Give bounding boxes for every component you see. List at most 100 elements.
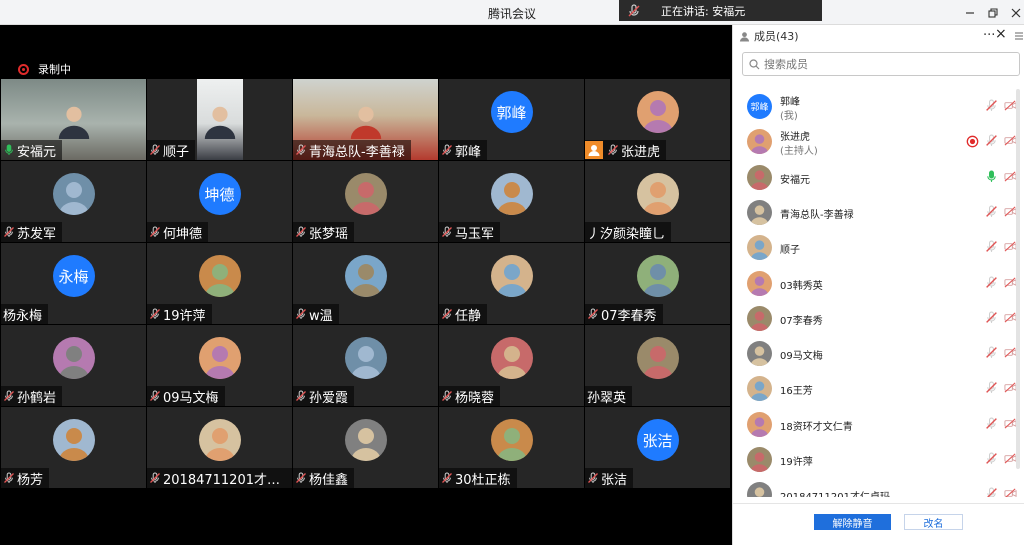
participant-avatar: [344, 173, 387, 215]
member-row[interactable]: 19许萍: [733, 442, 1024, 477]
member-row[interactable]: 张进虎 (主持人): [733, 124, 1024, 159]
speaking-indicator: 正在讲话: 安福元: [619, 0, 822, 21]
members-count-label: 成员(43): [754, 30, 799, 43]
participant-tile[interactable]: 杨晓蓉: [439, 325, 584, 406]
mic-muted-icon: [4, 390, 14, 401]
participant-tile[interactable]: 顺子: [147, 79, 292, 160]
member-row[interactable]: 青海总队-李善禄: [733, 195, 1024, 230]
participant-name: 何坤德: [163, 226, 203, 242]
participant-name-bar: 何坤德: [147, 222, 209, 242]
member-row[interactable]: 安福元: [733, 160, 1024, 195]
participant-tile[interactable]: 2018471120​1才仁...: [147, 407, 292, 488]
member-row[interactable]: 郭峰 郭峰 (我): [733, 89, 1024, 124]
members-panel: 成员(43) ··· × 郭峰郭峰 (我) 张进虎 (主持人) 安福元青海总队-李善禄顺…: [732, 25, 1024, 545]
participant-tile[interactable]: 坤德 何坤德: [147, 161, 292, 242]
participant-avatar: [636, 337, 679, 379]
recording-dot-icon: [18, 63, 29, 75]
participant-avatar: 永梅: [52, 255, 95, 297]
member-role-label: (我): [780, 111, 798, 122]
mic-muted-icon: [588, 472, 598, 483]
participant-tile[interactable]: 任静: [439, 243, 584, 324]
participant-tile[interactable]: w温: [293, 243, 438, 324]
participant-avatar: [636, 255, 679, 297]
participant-name-bar: 张梦瑶: [293, 222, 355, 242]
mic-muted-icon[interactable]: [985, 276, 998, 289]
mic-muted-icon[interactable]: [985, 452, 998, 465]
participant-name: 30杜正栋: [455, 472, 511, 488]
participant-tile[interactable]: 孙翠英: [585, 325, 730, 406]
participant-name: 青海总队-李善禄: [309, 144, 405, 160]
member-row[interactable]: 07李春秀: [733, 301, 1024, 336]
mic-muted-icon[interactable]: [985, 205, 998, 218]
member-row[interactable]: 16王芳: [733, 371, 1024, 406]
participant-tile[interactable]: 杨佳鑫: [293, 407, 438, 488]
member-search-input[interactable]: [764, 57, 1004, 71]
member-avatar: [747, 164, 772, 190]
member-row[interactable]: 顺子: [733, 230, 1024, 265]
mic-muted-icon[interactable]: [985, 487, 998, 497]
mic-muted-icon: [608, 144, 618, 155]
participant-tile[interactable]: 张洁 张洁: [585, 407, 730, 488]
close-panel-button[interactable]: ×: [995, 26, 1007, 42]
participant-tile[interactable]: 郭峰 郭峰: [439, 79, 584, 160]
member-name: 顺子: [780, 245, 800, 257]
participant-tile[interactable]: 丿汐颜染瞳乚: [585, 161, 730, 242]
member-row[interactable]: 20184711201才仁卓玛: [733, 477, 1024, 497]
camera-off-icon[interactable]: [1004, 487, 1017, 497]
recording-icon: [966, 135, 979, 148]
unmute-all-button[interactable]: 解除静音: [814, 514, 891, 530]
participant-tile[interactable]: 孙鹤岩: [1, 325, 146, 406]
menu-icon[interactable]: [1013, 29, 1024, 43]
participant-tile[interactable]: 30杜正栋: [439, 407, 584, 488]
participant-tile[interactable]: 07李春秀: [585, 243, 730, 324]
more-options-button[interactable]: ···: [983, 28, 995, 43]
member-row[interactable]: 18资环才文仁青: [733, 407, 1024, 442]
participant-name: 杨佳鑫: [309, 472, 349, 488]
member-name: 07李春秀: [780, 315, 823, 327]
participant-video: [197, 79, 243, 160]
participant-tile[interactable]: 孙爱霞: [293, 325, 438, 406]
mic-muted-icon[interactable]: [985, 346, 998, 359]
participant-tile[interactable]: 苏发军: [1, 161, 146, 242]
participant-name-bar: 杨芳: [1, 468, 50, 488]
mic-on-icon: [5, 144, 13, 155]
mic-muted-icon: [442, 308, 452, 319]
participant-name: 杨永梅: [3, 308, 43, 324]
participant-tile[interactable]: 杨芳: [1, 407, 146, 488]
participant-name: 孙翠英: [587, 390, 627, 406]
mic-muted-icon[interactable]: [985, 99, 998, 112]
participant-name: 张洁: [601, 472, 628, 488]
member-name: 张进虎: [780, 132, 810, 144]
member-list-scrollbar[interactable]: [1015, 89, 1021, 469]
participant-name-bar: 青海总队-李善禄: [293, 140, 411, 160]
participant-tile[interactable]: 青海总队-李善禄: [293, 79, 438, 160]
participant-tile[interactable]: 09马文梅: [147, 325, 292, 406]
participant-tile[interactable]: 19许萍: [147, 243, 292, 324]
participant-tile[interactable]: 张进虎: [585, 79, 730, 160]
participant-name-bar: w温: [293, 304, 339, 324]
member-row[interactable]: 03韩秀英: [733, 266, 1024, 301]
participant-name-bar: 杨永梅: [1, 304, 49, 324]
mic-muted-icon: [296, 226, 306, 237]
participant-tile[interactable]: 永梅 杨永梅: [1, 243, 146, 324]
participant-name-bar: 任静: [439, 304, 488, 324]
mic-muted-icon[interactable]: [985, 240, 998, 253]
close-window-button[interactable]: [1001, 0, 1024, 25]
participant-name-bar: 郭峰: [439, 140, 488, 160]
participant-tile[interactable]: 安福元: [1, 79, 146, 160]
member-row[interactable]: 09马文梅: [733, 336, 1024, 371]
participant-avatar: [490, 419, 533, 461]
member-avatar: [747, 235, 772, 261]
person-silhouette-icon: [350, 106, 381, 139]
member-search-box[interactable]: [742, 52, 1020, 76]
rename-button[interactable]: 改名: [904, 514, 963, 530]
mic-muted-icon[interactable]: [985, 134, 998, 147]
mic-on-icon[interactable]: [985, 170, 998, 183]
member-avatar: [747, 411, 772, 437]
participant-name-bar: 安福元: [1, 140, 63, 160]
mic-muted-icon[interactable]: [985, 417, 998, 430]
mic-muted-icon[interactable]: [985, 311, 998, 324]
participant-tile[interactable]: 张梦瑶: [293, 161, 438, 242]
mic-muted-icon[interactable]: [985, 381, 998, 394]
participant-tile[interactable]: 马玉军: [439, 161, 584, 242]
